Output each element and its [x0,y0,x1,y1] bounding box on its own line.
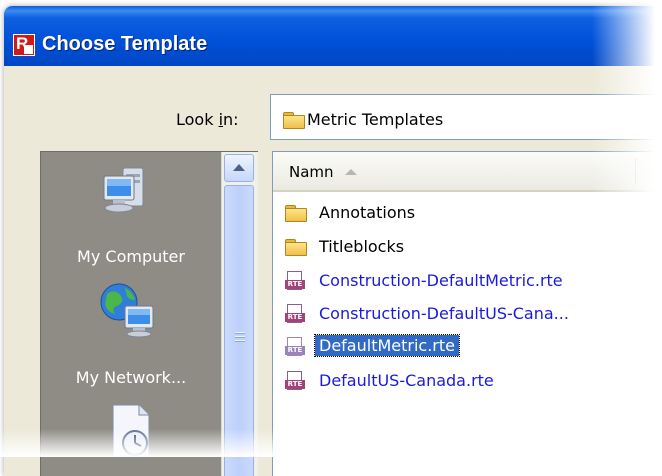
folder-icon [285,239,307,256]
my-computer-icon [103,167,144,213]
look-in-dropdown[interactable]: Metric Templates [270,94,662,140]
file-list[interactable]: Namn Annotations Titleblocks RTE Constru… [272,151,662,476]
list-item-name: Construction-DefaultUS-Cana... [319,304,569,323]
list-item-name: DefaultMetric.rte [314,334,460,357]
my-network-icon [100,283,154,338]
rte-file-icon: RTE [285,337,305,357]
column-separator[interactable] [635,158,636,184]
place-recent[interactable] [41,397,221,476]
folder-icon [285,205,307,222]
look-in-label: Look in: [176,110,239,129]
list-item-name: Annotations [319,203,416,222]
places-bar: My Computer My Network... [40,151,258,476]
list-item-name: Construction-DefaultMetric.rte [319,271,563,290]
rte-file-icon: RTE [285,304,305,324]
sort-ascending-icon [345,169,357,175]
revit-app-icon[interactable]: R [13,34,35,56]
column-header-name[interactable]: Namn [273,152,662,192]
column-header-label: Namn [289,163,334,181]
look-in-value: Metric Templates [307,110,444,129]
list-item-name: DefaultUS-Canada.rte [319,371,494,390]
dialog-title: Choose Template [42,33,208,55]
scroll-thumb[interactable] [224,185,254,476]
place-my-computer[interactable]: My Computer [41,152,221,266]
scroll-up-arrow-icon[interactable] [224,154,254,182]
choose-template-dialog: R Choose Template Look in: Metric Templa… [4,6,662,476]
place-my-network[interactable]: My Network... [41,272,221,387]
list-item-name: Titleblocks [319,237,405,256]
folder-icon [283,112,305,129]
rte-file-icon: RTE [285,371,305,391]
place-label: My Network... [75,368,187,387]
places-scrollbar[interactable] [221,152,258,476]
title-bar[interactable]: R Choose Template [4,6,662,66]
recent-documents-icon [112,404,150,458]
rte-file-icon: RTE [285,271,305,291]
place-label: My Computer [77,247,185,266]
